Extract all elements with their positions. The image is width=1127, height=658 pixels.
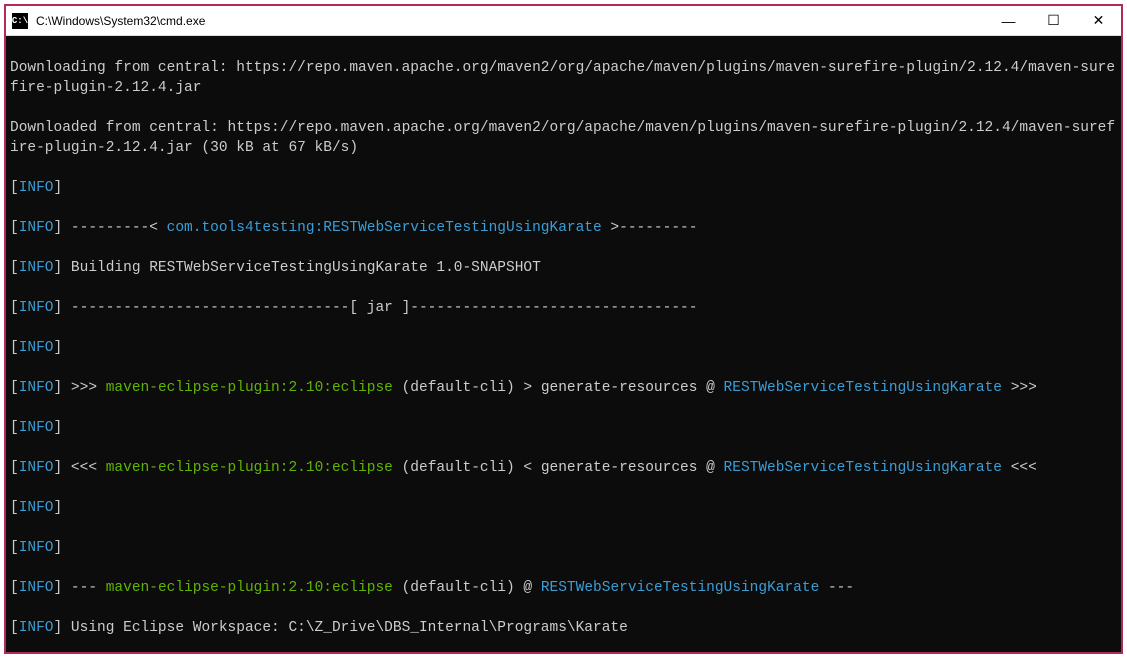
output-line: [INFO] --------------------------------[… (10, 298, 1117, 318)
output-line: [INFO] <<< maven-eclipse-plugin:2.10:ecl… (10, 458, 1117, 478)
output-line: [INFO] (10, 418, 1117, 438)
window-title: C:\Windows\System32\cmd.exe (36, 14, 986, 28)
output-line: [INFO] Using Eclipse Workspace: C:\Z_Dri… (10, 618, 1117, 638)
window-controls: — ☐ ✕ (986, 6, 1121, 36)
output-line: [INFO] >>> maven-eclipse-plugin:2.10:ecl… (10, 378, 1117, 398)
close-button[interactable]: ✕ (1076, 6, 1121, 36)
output-line: [INFO] (10, 498, 1117, 518)
cmd-window: C:\ C:\Windows\System32\cmd.exe — ☐ ✕ Do… (4, 4, 1123, 654)
output-line: [INFO] Building RESTWebServiceTestingUsi… (10, 258, 1117, 278)
output-line: [INFO] (10, 178, 1117, 198)
output-line: Downloaded from central: https://repo.ma… (10, 118, 1117, 158)
maximize-button[interactable]: ☐ (1031, 6, 1076, 36)
output-line: [INFO] (10, 538, 1117, 558)
cmd-icon: C:\ (12, 13, 28, 29)
console-output[interactable]: Downloading from central: https://repo.m… (6, 36, 1121, 652)
output-line: [INFO] --- maven-eclipse-plugin:2.10:ecl… (10, 578, 1117, 598)
minimize-button[interactable]: — (986, 6, 1031, 36)
output-line: [INFO] (10, 338, 1117, 358)
titlebar[interactable]: C:\ C:\Windows\System32\cmd.exe — ☐ ✕ (6, 6, 1121, 36)
output-line: Downloading from central: https://repo.m… (10, 58, 1117, 98)
output-line: [INFO] ---------< com.tools4testing:REST… (10, 218, 1117, 238)
